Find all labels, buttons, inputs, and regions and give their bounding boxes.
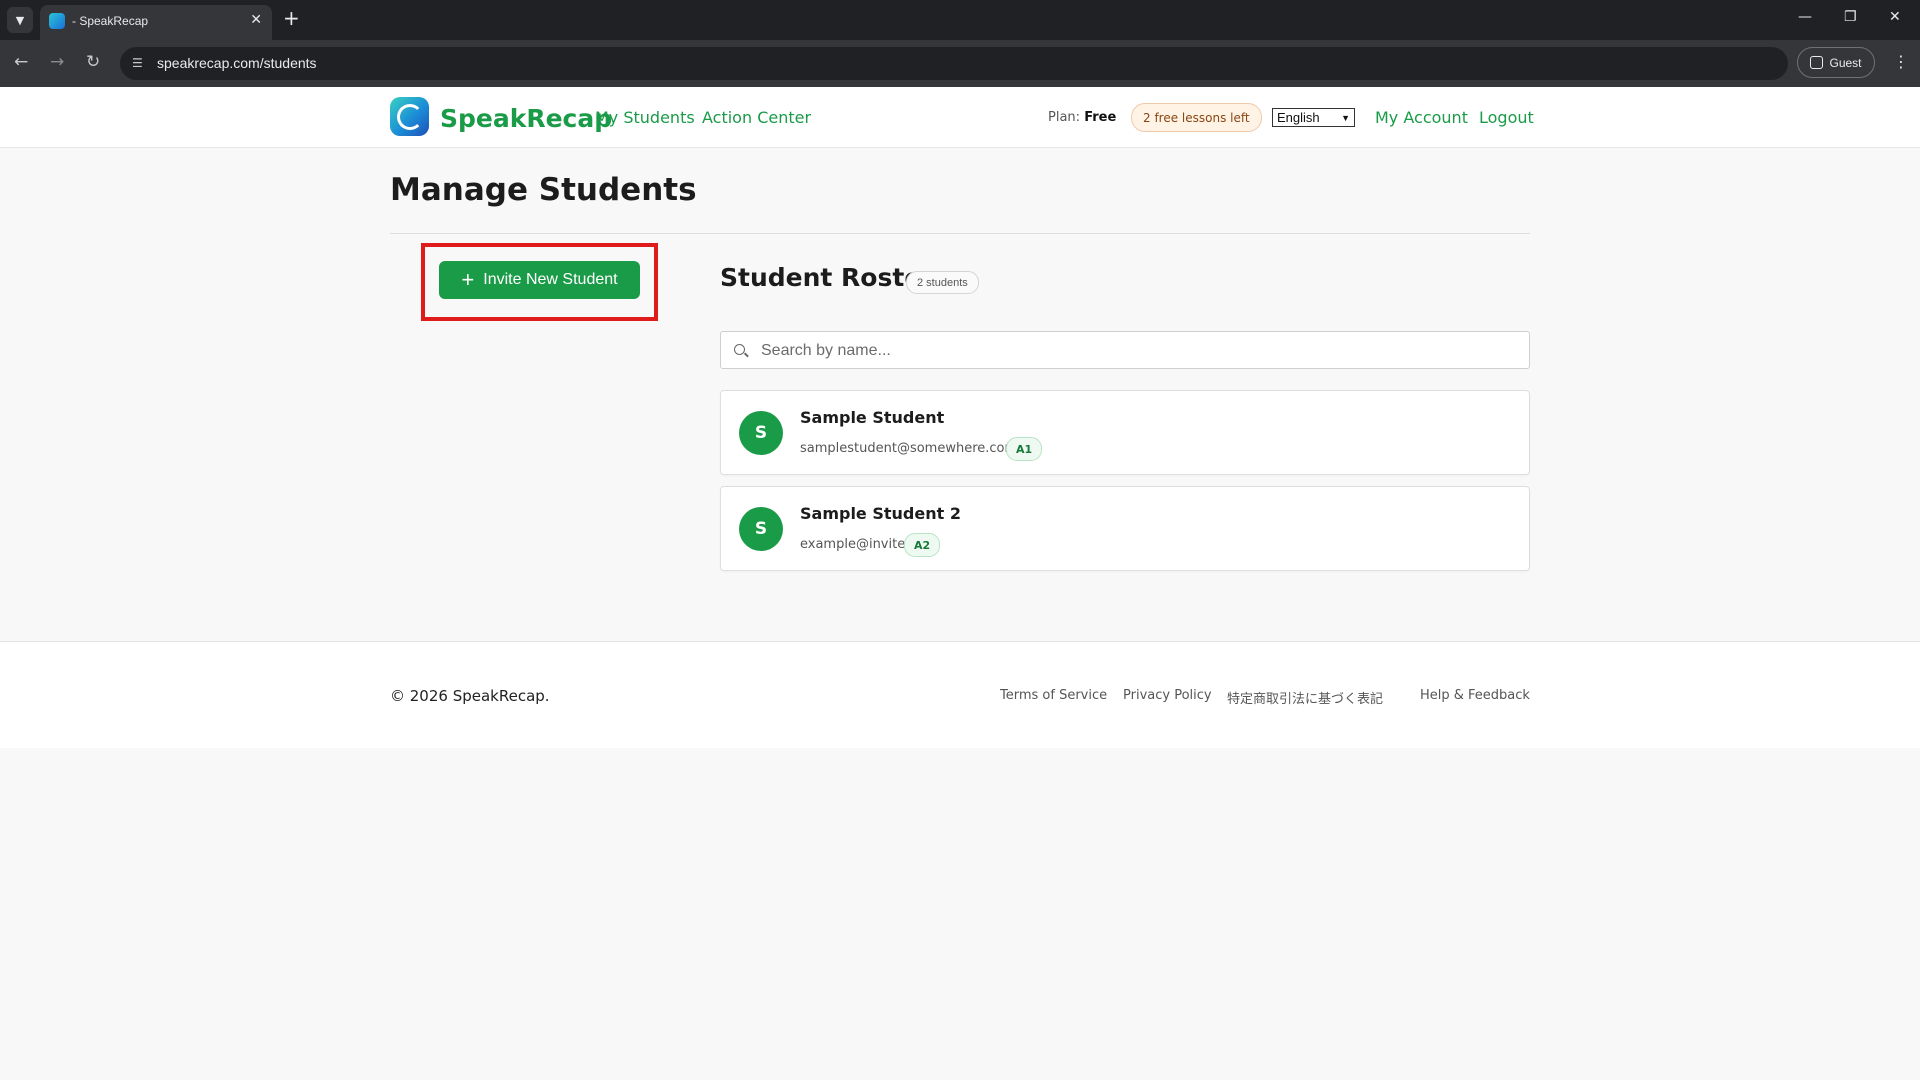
plus-icon: + xyxy=(461,267,475,292)
forward-icon[interactable]: → xyxy=(50,52,64,72)
student-email: samplestudent@somewhere.com xyxy=(800,441,1018,456)
student-email: example@invite xyxy=(800,537,906,552)
minimize-icon[interactable]: — xyxy=(1798,9,1812,25)
page-title: Manage Students xyxy=(390,172,697,208)
student-name[interactable]: Sample Student xyxy=(800,408,944,427)
privacy-policy-link[interactable]: Privacy Policy xyxy=(1123,688,1212,703)
url-text: speakrecap.com/students xyxy=(157,55,317,71)
language-select[interactable]: English ▼ xyxy=(1272,108,1355,127)
plan-label: Plan: xyxy=(1048,110,1081,125)
divider xyxy=(390,233,1530,234)
level-badge: A1 xyxy=(1006,437,1043,461)
browser-menu-icon[interactable]: ⋮ xyxy=(1893,52,1909,71)
browser-tab[interactable]: - SpeakRecap ✕ xyxy=(40,5,272,40)
brand-name[interactable]: SpeakRecap xyxy=(440,104,612,133)
logout-link[interactable]: Logout xyxy=(1479,108,1534,127)
invite-new-student-button[interactable]: + Invite New Student xyxy=(439,261,640,299)
profile-icon xyxy=(1810,56,1824,69)
plan-indicator: Plan: Free xyxy=(1048,110,1116,125)
commercial-transactions-link[interactable]: 特定商取引法に基づく表記 xyxy=(1227,688,1383,707)
close-tab-icon[interactable]: ✕ xyxy=(250,12,262,28)
roster-title: Student Roster xyxy=(720,263,934,292)
nav-action-center[interactable]: Action Center xyxy=(702,108,811,127)
terms-of-service-link[interactable]: Terms of Service xyxy=(1000,688,1107,703)
avatar: S xyxy=(739,411,783,455)
window-close-icon[interactable]: ✕ xyxy=(1889,9,1901,25)
new-tab-icon[interactable]: + xyxy=(283,8,300,28)
my-account-link[interactable]: My Account xyxy=(1375,108,1468,127)
language-value: English xyxy=(1277,110,1320,125)
site-info-icon[interactable]: ☰ xyxy=(132,56,143,70)
reload-icon[interactable]: ↻ xyxy=(86,52,100,72)
speakrecap-logo-icon[interactable] xyxy=(390,97,429,136)
search-box[interactable] xyxy=(720,331,1530,369)
search-icon xyxy=(734,344,745,355)
plan-value: Free xyxy=(1084,110,1117,125)
help-feedback-link[interactable]: Help & Feedback xyxy=(1420,688,1530,703)
chevron-down-icon: ▼ xyxy=(1341,112,1350,123)
avatar: S xyxy=(739,507,783,551)
tab-search-button[interactable]: ▼ xyxy=(7,7,33,33)
guest-label: Guest xyxy=(1829,55,1862,70)
guest-profile-button[interactable]: Guest xyxy=(1797,47,1875,78)
student-name[interactable]: Sample Student 2 xyxy=(800,504,961,523)
student-card[interactable]: S Sample Student 2 example@invite A2 xyxy=(720,486,1530,571)
favicon-icon xyxy=(49,13,65,29)
site-footer: © 2026 SpeakRecap. Terms of Service Priv… xyxy=(0,641,1920,748)
tab-title: - SpeakRecap xyxy=(72,14,149,28)
browser-toolbar: ← → ↻ ☰ speakrecap.com/students Guest ⋮ xyxy=(0,40,1920,87)
level-badge: A2 xyxy=(904,533,941,557)
search-input[interactable] xyxy=(759,339,1463,363)
student-card[interactable]: S Sample Student samplestudent@somewhere… xyxy=(720,390,1530,475)
browser-tabstrip: ▼ - SpeakRecap ✕ + — ❐ ✕ xyxy=(0,0,1920,40)
copyright-text: © 2026 SpeakRecap. xyxy=(390,687,550,705)
student-count-badge: 2 students xyxy=(906,271,979,294)
address-bar[interactable]: ☰ speakrecap.com/students xyxy=(120,47,1788,80)
restore-icon[interactable]: ❐ xyxy=(1844,9,1857,25)
site-header: SpeakRecap My Students Action Center Pla… xyxy=(0,87,1920,148)
invite-button-label: Invite New Student xyxy=(483,271,618,288)
nav-my-students[interactable]: My Students xyxy=(595,108,695,127)
back-icon[interactable]: ← xyxy=(14,52,28,72)
free-lessons-badge: 2 free lessons left xyxy=(1131,103,1262,132)
